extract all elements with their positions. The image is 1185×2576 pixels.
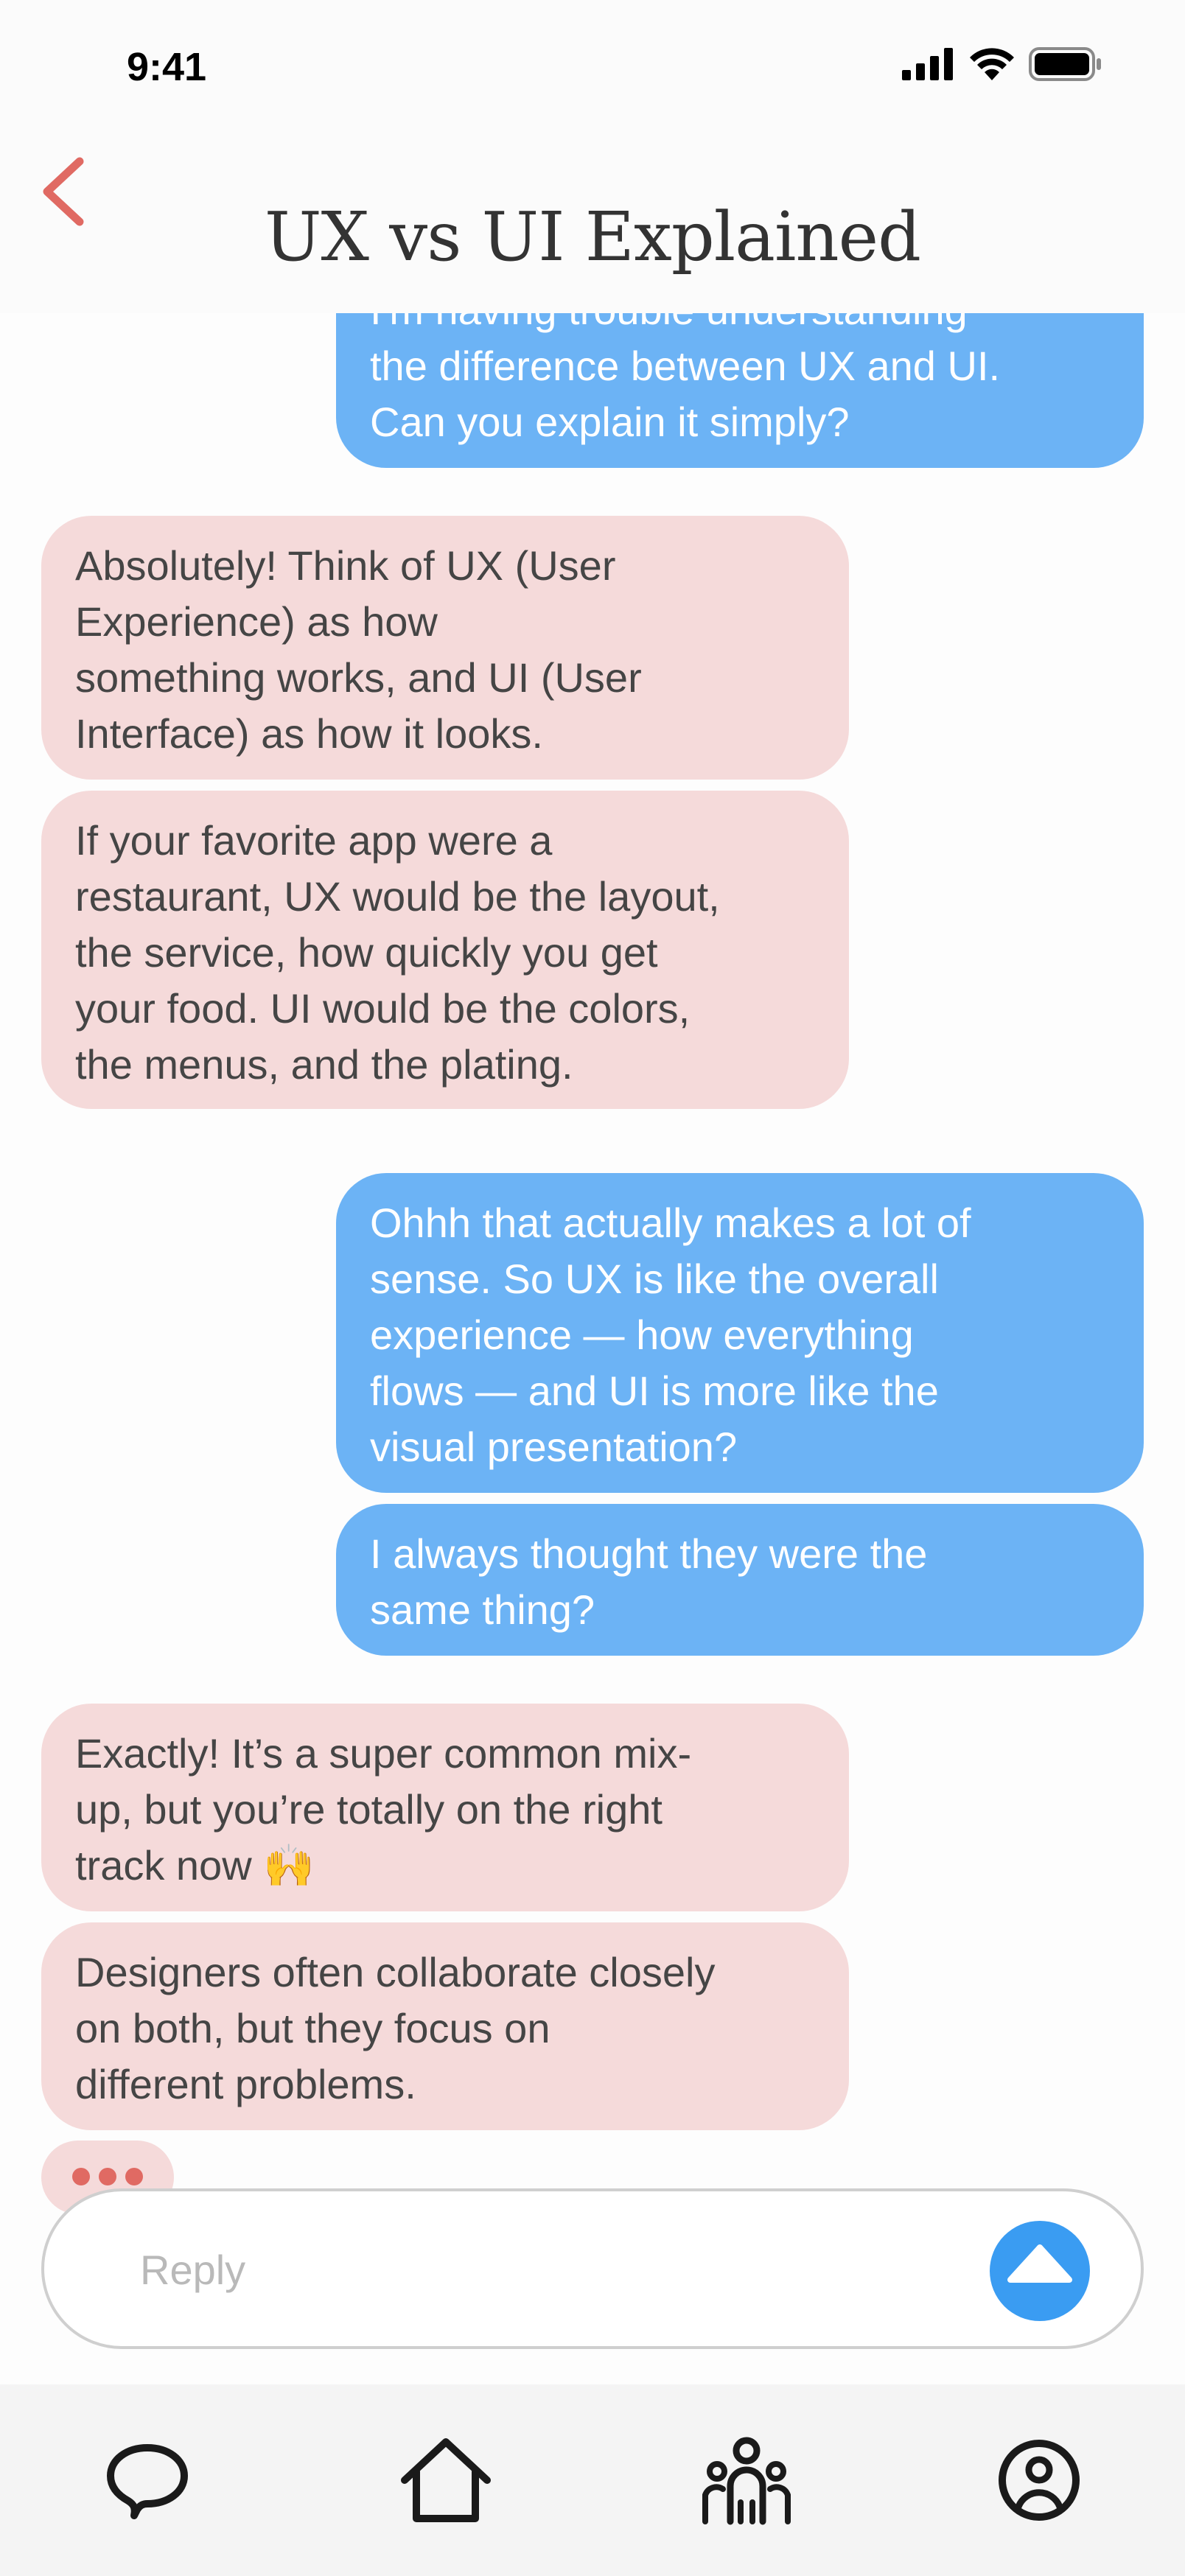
page-title: UX vs UI Explained [264, 197, 921, 276]
battery-icon [1029, 47, 1101, 81]
status-icons [902, 47, 1102, 81]
user-message-bubble: I always thought they were the same thin… [336, 1504, 1144, 1656]
status-bar: 9:41 [0, 0, 1185, 140]
reply-input[interactable] [140, 2233, 951, 2306]
ai-message-bubble: If your favorite app were a restaurant, … [41, 791, 849, 1109]
tab-bar [0, 2384, 1185, 2576]
arrow-up-icon [1007, 2244, 1072, 2283]
ai-message-bubble: Designers often collaborate closely on b… [41, 1922, 849, 2130]
tab-profile[interactable] [988, 2429, 1091, 2532]
tab-community[interactable] [695, 2429, 798, 2532]
typing-dot [99, 2168, 116, 2185]
community-icon [702, 2437, 791, 2525]
typing-dot [72, 2168, 90, 2185]
ai-message-bubble: Exactly! It’s a super common mix- up, bu… [41, 1704, 849, 1911]
wifi-icon [970, 48, 1014, 80]
tab-home[interactable] [394, 2429, 497, 2532]
reply-composer [41, 2188, 1144, 2349]
chat-bubble-icon [107, 2444, 188, 2519]
user-message-bubble: Ohhh that actually makes a lot of sense.… [336, 1173, 1144, 1493]
home-icon [401, 2438, 491, 2522]
tab-chats[interactable] [96, 2429, 199, 2532]
send-button[interactable] [990, 2221, 1090, 2321]
status-time: 9:41 [127, 45, 207, 89]
profile-icon [999, 2440, 1080, 2521]
signal-icon [902, 48, 953, 80]
ai-message-bubble: Absolutely! Think of UX (User Experience… [41, 516, 849, 780]
typing-dot [125, 2168, 143, 2185]
